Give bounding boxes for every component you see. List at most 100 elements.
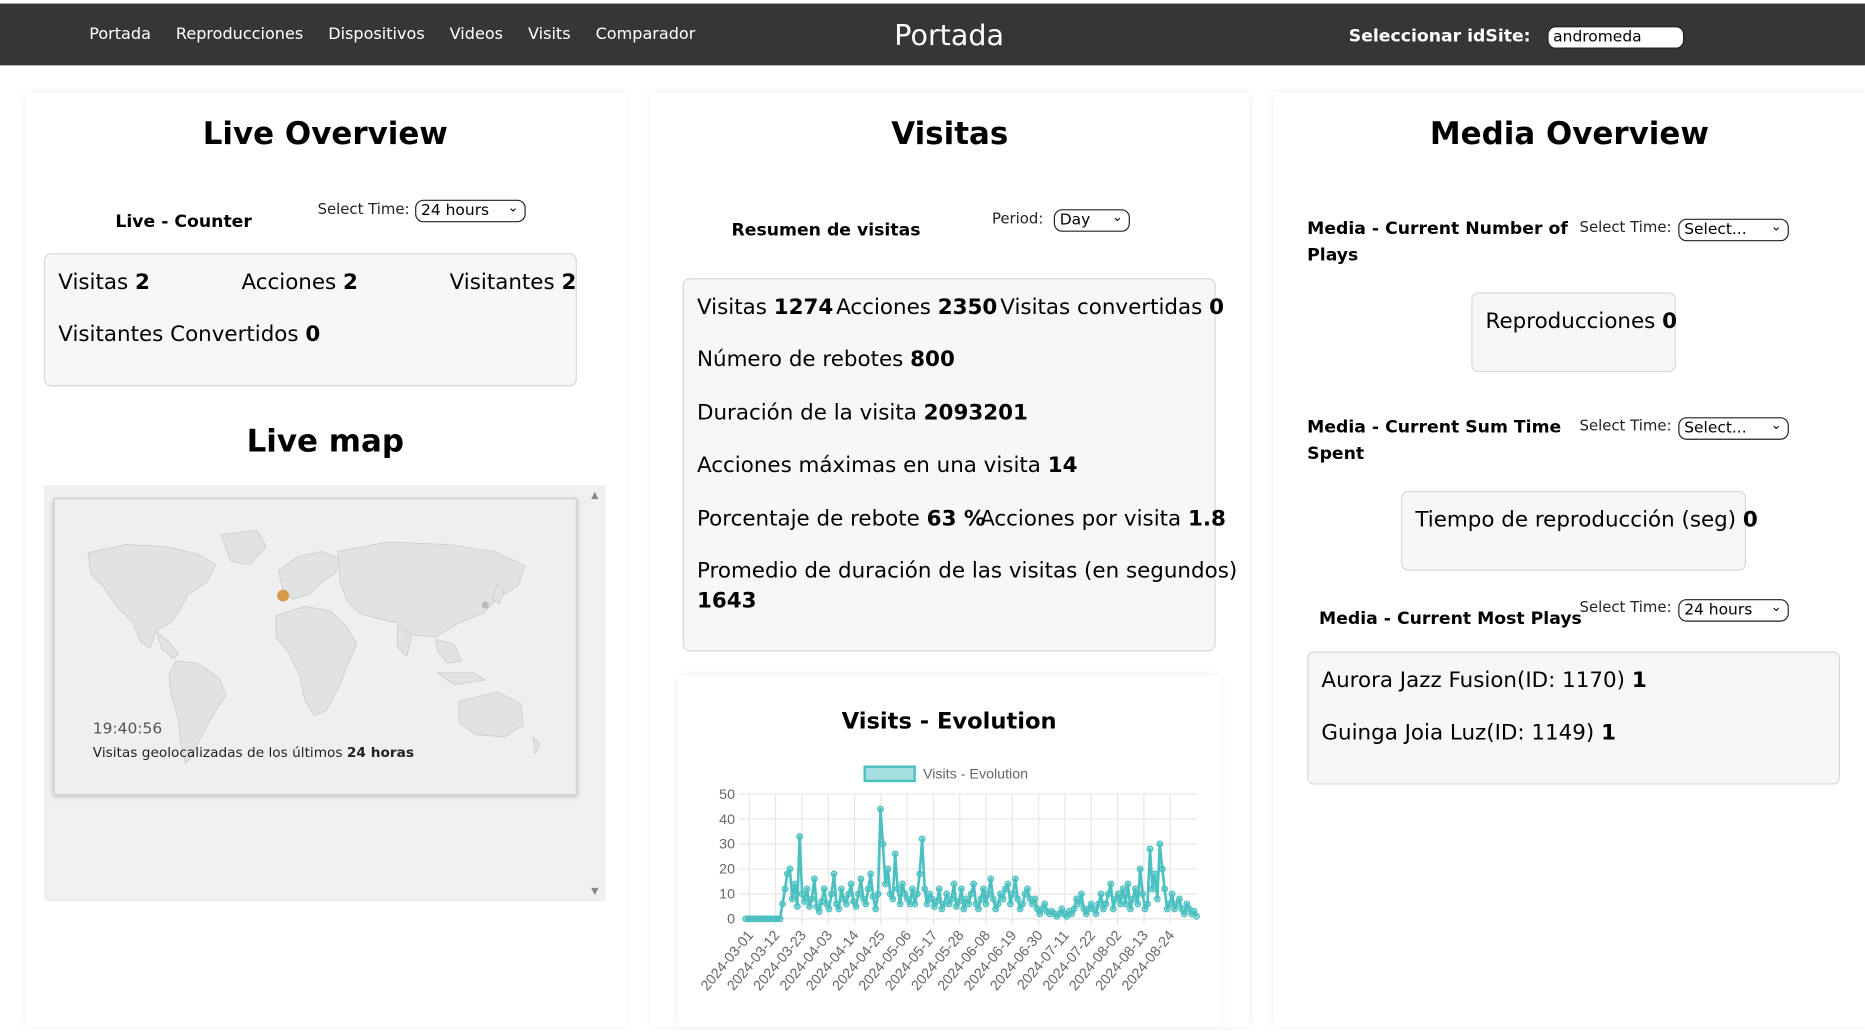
data-point[interactable] xyxy=(987,875,995,883)
data-point[interactable] xyxy=(1014,895,1022,903)
data-point[interactable] xyxy=(921,885,929,893)
data-point[interactable] xyxy=(872,905,880,913)
data-point[interactable] xyxy=(1006,900,1014,908)
data-point[interactable] xyxy=(982,900,990,908)
legend-label[interactable]: Visits - Evolution xyxy=(923,767,1028,783)
data-point[interactable] xyxy=(1107,880,1115,888)
data-point[interactable] xyxy=(1009,890,1017,898)
data-point[interactable] xyxy=(1004,880,1012,888)
legend-swatch[interactable] xyxy=(863,765,916,783)
data-point[interactable] xyxy=(1011,875,1019,883)
data-point[interactable] xyxy=(1031,895,1039,903)
data-point[interactable] xyxy=(796,833,804,840)
data-point[interactable] xyxy=(776,915,784,923)
data-point[interactable] xyxy=(793,902,801,910)
data-point[interactable] xyxy=(806,902,813,910)
data-point[interactable] xyxy=(808,895,816,903)
data-point[interactable] xyxy=(803,885,811,893)
nav-link-portada[interactable]: Portada xyxy=(89,25,151,44)
data-point[interactable] xyxy=(984,890,992,898)
data-point[interactable] xyxy=(1166,900,1173,908)
nav-link-dispositivos[interactable]: Dispositivos xyxy=(328,25,424,44)
live-map[interactable]: 19:40:56 Visitas geolocalizadas de los ú… xyxy=(53,498,577,796)
data-point[interactable] xyxy=(801,897,808,905)
data-point[interactable] xyxy=(1092,910,1100,918)
data-point[interactable] xyxy=(899,880,906,888)
data-point[interactable] xyxy=(911,900,919,908)
data-point[interactable] xyxy=(845,890,853,898)
data-point[interactable] xyxy=(1156,840,1164,848)
data-point[interactable] xyxy=(999,895,1007,903)
data-point[interactable] xyxy=(1119,885,1127,893)
data-point[interactable] xyxy=(889,895,897,903)
data-point[interactable] xyxy=(957,885,965,893)
data-point[interactable] xyxy=(1136,865,1144,873)
nav-link-reproducciones[interactable]: Reproducciones xyxy=(176,25,303,44)
data-point[interactable] xyxy=(950,880,958,888)
nav-link-videos[interactable]: Videos xyxy=(450,25,503,44)
data-point[interactable] xyxy=(855,890,862,898)
data-point[interactable] xyxy=(1122,900,1129,908)
data-point[interactable] xyxy=(798,890,806,898)
data-point[interactable] xyxy=(837,885,845,893)
data-point[interactable] xyxy=(1097,890,1105,898)
data-point[interactable] xyxy=(862,900,870,908)
data-point[interactable] xyxy=(1153,895,1161,903)
data-point[interactable] xyxy=(913,890,921,898)
data-point[interactable] xyxy=(874,890,882,898)
data-point[interactable] xyxy=(828,890,835,898)
data-point[interactable] xyxy=(948,895,955,903)
data-point[interactable] xyxy=(1193,912,1200,920)
live-map-frame[interactable]: 19:40:56 Visitas geolocalizadas de los ú… xyxy=(44,484,606,902)
data-point[interactable] xyxy=(1144,900,1151,908)
data-point[interactable] xyxy=(970,880,978,888)
data-point[interactable] xyxy=(994,900,1002,908)
data-point[interactable] xyxy=(908,885,916,893)
period-select[interactable]: Day ⌄ xyxy=(1053,207,1130,232)
data-point[interactable] xyxy=(1180,910,1188,918)
data-point[interactable] xyxy=(1146,845,1154,853)
nav-link-comparador[interactable]: Comparador xyxy=(596,25,696,44)
data-point[interactable] xyxy=(1041,900,1049,908)
data-point[interactable] xyxy=(1114,890,1122,898)
data-point[interactable] xyxy=(786,865,794,873)
data-point[interactable] xyxy=(1126,905,1134,913)
data-point[interactable] xyxy=(1102,900,1110,908)
data-point[interactable] xyxy=(896,900,904,908)
data-point[interactable] xyxy=(1158,865,1166,873)
data-point[interactable] xyxy=(1134,900,1142,908)
site-select[interactable]: andromeda ⌄ xyxy=(1547,24,1685,49)
data-point[interactable] xyxy=(1024,885,1031,893)
data-point[interactable] xyxy=(881,880,889,888)
data-point[interactable] xyxy=(810,875,818,883)
data-point[interactable] xyxy=(864,885,872,893)
data-point[interactable] xyxy=(989,895,997,903)
data-point[interactable] xyxy=(842,900,850,908)
data-point[interactable] xyxy=(1124,880,1132,888)
data-point[interactable] xyxy=(1075,900,1083,908)
data-point[interactable] xyxy=(975,905,982,913)
data-point[interactable] xyxy=(979,885,987,893)
data-point[interactable] xyxy=(867,870,875,878)
data-point[interactable] xyxy=(852,902,860,910)
media-most-time-select[interactable]: 24 hours ⌄ xyxy=(1678,597,1789,622)
data-point[interactable] xyxy=(791,880,799,888)
data-point[interactable] xyxy=(1175,895,1183,903)
data-point[interactable] xyxy=(1151,870,1159,878)
media-plays-time-select[interactable]: Select... ⌄ xyxy=(1678,216,1789,242)
data-point[interactable] xyxy=(877,805,884,813)
data-point[interactable] xyxy=(1161,885,1169,893)
data-point[interactable] xyxy=(830,870,838,878)
data-point[interactable] xyxy=(967,890,975,898)
data-point[interactable] xyxy=(933,897,941,905)
data-point[interactable] xyxy=(835,905,843,913)
scroll-up-icon[interactable]: ▲ xyxy=(591,490,598,501)
data-point[interactable] xyxy=(1168,890,1176,898)
data-point[interactable] xyxy=(779,900,786,908)
data-point[interactable] xyxy=(894,885,902,893)
nav-link-visits[interactable]: Visits xyxy=(528,25,571,44)
data-point[interactable] xyxy=(820,885,828,893)
data-point[interactable] xyxy=(815,907,823,915)
data-point[interactable] xyxy=(1139,890,1147,898)
data-point[interactable] xyxy=(960,905,968,913)
